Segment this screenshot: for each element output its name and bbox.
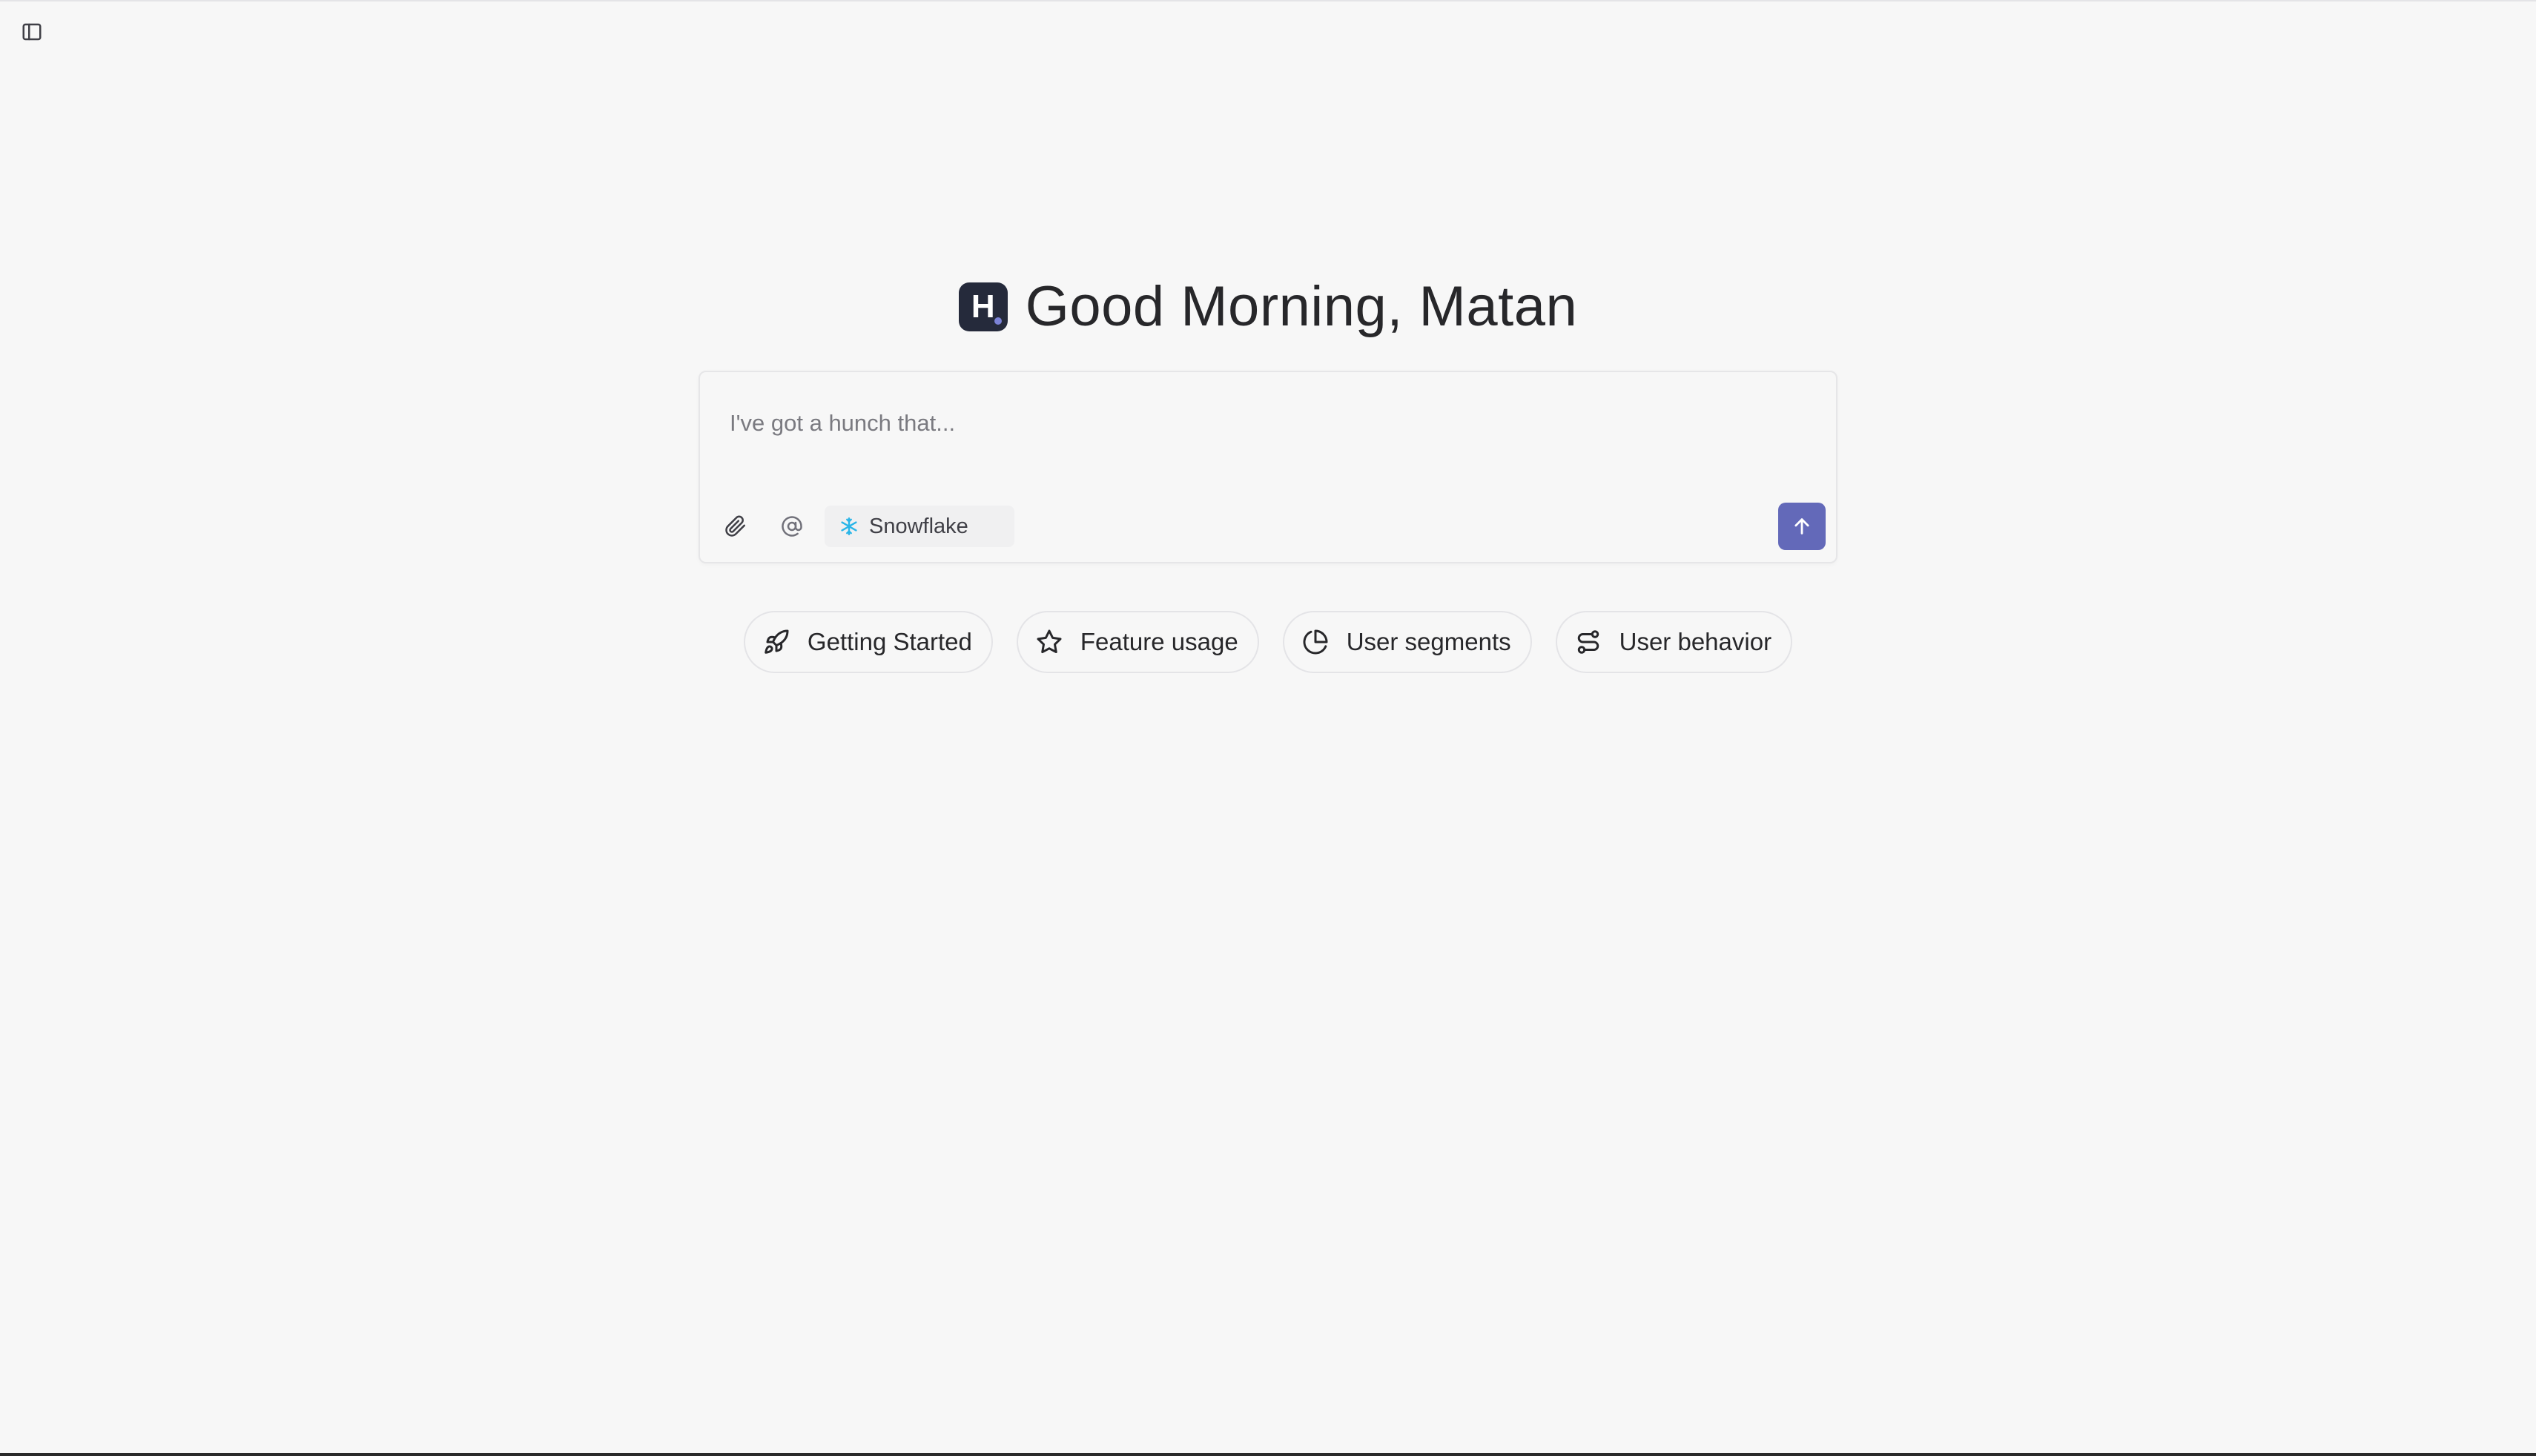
pie-chart-icon	[1303, 629, 1328, 655]
logo-letter: H	[971, 288, 995, 325]
at-sign-icon	[782, 516, 802, 537]
suggestion-label: Feature usage	[1080, 628, 1238, 655]
suggestion-label: User segments	[1346, 628, 1511, 655]
star-icon	[1037, 629, 1062, 654]
app-window: H Good Morning, Matan Sn	[0, 0, 2536, 1456]
suggestion-user-segments[interactable]: User segments	[1282, 611, 1532, 673]
logo-dot	[994, 317, 1002, 325]
prompt-composer: Snowflake	[699, 371, 1837, 563]
suggestion-label: Getting Started	[807, 628, 972, 655]
greeting-title: Good Morning, Matan	[1025, 275, 1578, 338]
arrow-up-icon	[1794, 518, 1809, 535]
suggestion-label: User behavior	[1619, 628, 1772, 655]
window-bottom-edge	[0, 1453, 2536, 1456]
sidebar-toggle-button[interactable]	[19, 19, 44, 44]
rocket-icon	[765, 629, 789, 654]
prompt-input[interactable]	[730, 405, 1768, 442]
app-logo: H	[958, 282, 1008, 331]
data-source-selector[interactable]: Snowflake	[825, 506, 1014, 547]
workflow-icon	[1577, 630, 1599, 654]
data-source-label: Snowflake	[869, 514, 968, 538]
suggestion-feature-usage[interactable]: Feature usage	[1016, 611, 1259, 673]
attach-button[interactable]	[716, 507, 755, 546]
suggestion-user-behavior[interactable]: User behavior	[1555, 611, 1793, 673]
send-button[interactable]	[1778, 503, 1826, 550]
sidebar-panel-icon	[22, 23, 42, 41]
suggestion-chips: Getting Started Feature usage User segme…	[0, 611, 2536, 673]
suggestion-getting-started[interactable]: Getting Started	[743, 611, 993, 673]
snowflake-icon	[841, 517, 857, 536]
paperclip-icon	[725, 515, 746, 537]
mention-button[interactable]	[773, 507, 811, 546]
greeting-header: H Good Morning, Matan	[0, 274, 2536, 339]
